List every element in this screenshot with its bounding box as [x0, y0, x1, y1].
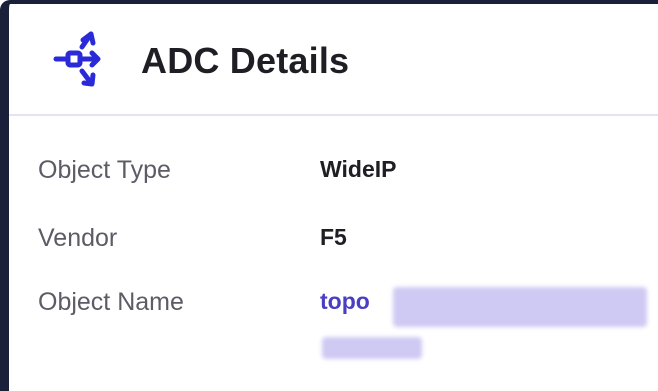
redacted-text-block — [393, 287, 647, 327]
adc-details-panel: ADC Details Object Type WideIP Vendor F5… — [0, 0, 658, 391]
vendor-value: F5 — [320, 224, 347, 250]
object-name-link[interactable]: topo — [320, 288, 370, 315]
object-type-value: WideIP — [320, 156, 397, 182]
adc-network-icon — [47, 28, 111, 92]
redacted-text-block — [322, 337, 422, 359]
vendor-label: Vendor — [38, 224, 118, 252]
object-type-label: Object Type — [38, 156, 171, 184]
panel-header: ADC Details — [9, 4, 658, 116]
panel-title: ADC Details — [141, 40, 350, 81]
object-name-label: Object Name — [38, 288, 184, 316]
